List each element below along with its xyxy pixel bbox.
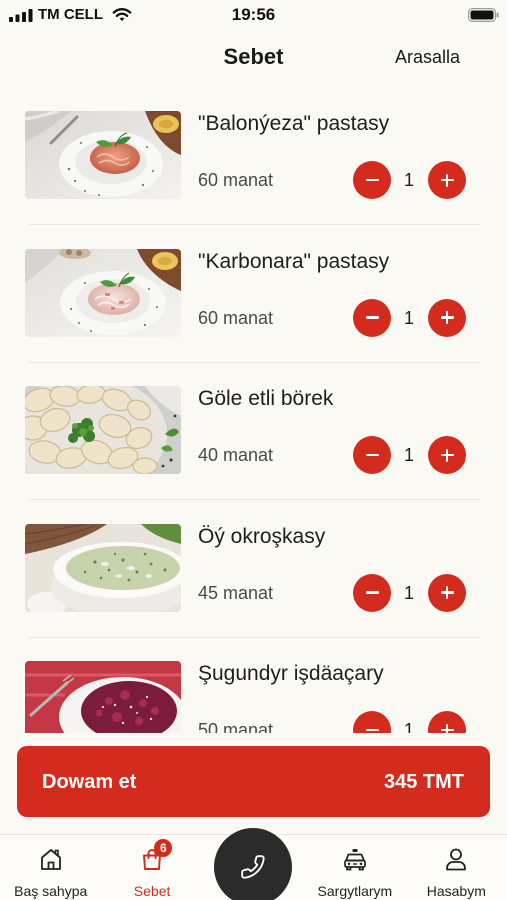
quantity-value: 1: [403, 582, 414, 603]
quantity-value: 1: [403, 720, 414, 733]
checkout-total: 345 TMT: [383, 770, 464, 793]
item-price: 60 manat: [198, 307, 274, 328]
item-divider: [28, 361, 480, 363]
cart-list[interactable]: "Balonýeza" pastasy 60 manat 1 "Karbonar…: [0, 92, 507, 733]
item-photo: [25, 111, 181, 199]
clear-cart-button[interactable]: Arasalla: [395, 46, 460, 68]
tab-label: Baş sahypa: [14, 883, 88, 899]
item-name: Şugundyr işdäaçary: [198, 662, 384, 685]
decrease-quantity-button[interactable]: [353, 436, 391, 474]
cart-item: "Balonýeza" pastasy 60 manat 1: [0, 111, 507, 249]
minus-icon: [365, 178, 379, 182]
decrease-quantity-button[interactable]: [353, 161, 391, 199]
increase-quantity-button[interactable]: [428, 436, 466, 474]
minus-icon: [365, 453, 379, 457]
tab-cart[interactable]: 6 Sebet: [101, 835, 202, 900]
item-price: 40 manat: [198, 445, 274, 465]
item-price: 50 manat: [198, 720, 274, 733]
minus-icon: [365, 728, 379, 732]
taxi-icon: [342, 846, 368, 872]
cart-item: Öý okroşkasy 45 manat 1: [0, 523, 507, 662]
decrease-quantity-button[interactable]: [353, 711, 391, 733]
item-photo: [25, 386, 181, 474]
quantity-value: 1: [403, 307, 414, 328]
item-divider: [28, 499, 480, 500]
status-bar: TM CELL 19:56: [0, 0, 507, 30]
cart-items: "Balonýeza" pastasy 60 manat 1 "Karbonar…: [0, 92, 507, 733]
item-divider: [28, 224, 480, 225]
cart-badge: 6: [154, 839, 173, 857]
increase-quantity-button[interactable]: [428, 711, 466, 733]
increase-quantity-button[interactable]: [428, 161, 466, 199]
item-price: 60 manat: [198, 170, 274, 190]
item-name: "Karbonara" pastasy: [198, 249, 390, 273]
decrease-quantity-button[interactable]: [353, 298, 391, 337]
clock: 19:56: [231, 5, 276, 24]
tab-label: Sargytlarym: [317, 883, 393, 899]
item-photo: [25, 661, 181, 733]
item-photo: [25, 248, 181, 337]
battery-icon: [468, 8, 499, 22]
user-icon: [443, 846, 469, 872]
tab-account[interactable]: Hasabym: [406, 835, 507, 900]
item-name: Göle etli börek: [198, 387, 334, 410]
item-divider: [28, 636, 480, 638]
item-photo: [25, 523, 181, 612]
tab-label: Hasabym: [426, 883, 486, 899]
tab-orders[interactable]: Sargytlarym: [304, 835, 405, 900]
checkout-label: Dowam et: [42, 770, 137, 793]
checkout-button[interactable]: Dowam et 345 TMT: [17, 746, 490, 817]
minus-icon: [365, 591, 379, 594]
increase-quantity-button[interactable]: [428, 298, 466, 337]
header: Sebet Arasalla: [0, 36, 507, 80]
item-name: Öý okroşkasy: [198, 524, 326, 548]
tab-home[interactable]: Baş sahypa: [0, 835, 101, 900]
home-icon: [38, 846, 64, 872]
cart-item: "Karbonara" pastasy 60 manat 1: [0, 248, 507, 387]
item-price: 45 manat: [198, 582, 274, 603]
tab-label: Sebet: [133, 883, 171, 899]
increase-quantity-button[interactable]: [428, 573, 466, 612]
quantity-value: 1: [403, 170, 414, 190]
phone-icon: [240, 854, 266, 880]
item-name: "Balonýeza" pastasy: [198, 112, 390, 135]
cart-item: Şugundyr işdäaçary 50 manat 1: [0, 661, 507, 733]
decrease-quantity-button[interactable]: [353, 573, 391, 612]
quantity-value: 1: [403, 445, 414, 465]
minus-icon: [365, 316, 379, 319]
cart-item: Göle etli börek 40 manat 1: [0, 386, 507, 524]
